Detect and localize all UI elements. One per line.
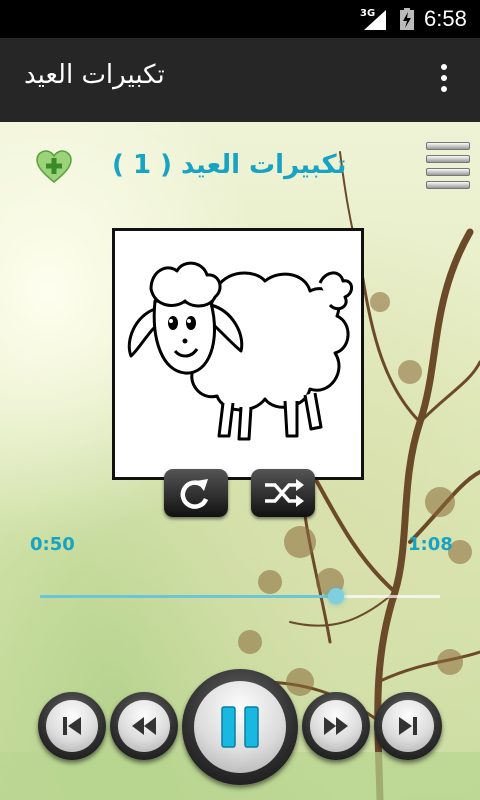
fast-forward-icon [324, 717, 348, 735]
more-vert-icon[interactable] [432, 60, 456, 100]
fast-forward-button[interactable] [302, 692, 370, 760]
clock: 6:58 [424, 6, 467, 31]
seek-bar[interactable] [40, 588, 440, 604]
skip-next-button[interactable] [374, 692, 442, 760]
pause-button[interactable] [182, 669, 298, 785]
shuffle-icon [265, 479, 304, 507]
status-bar: 3G 6:58 [0, 0, 480, 38]
action-bar: تكبيرات العيد [0, 38, 480, 122]
seek-progress [40, 595, 336, 598]
skip-previous-icon [63, 717, 81, 735]
player-screen: تكبيرات العيد ( 1 ) 0:50 1:08 [0, 122, 480, 800]
sheep-drawing [127, 261, 353, 441]
track-title: تكبيرات العيد ( 1 ) [112, 150, 347, 180]
rewind-button[interactable] [110, 692, 178, 760]
seek-thumb[interactable] [328, 588, 344, 604]
time-total: 1:08 [408, 534, 453, 555]
add-favorite-icon[interactable] [36, 150, 72, 184]
app-title: تكبيرات العيد [24, 60, 165, 90]
skip-previous-button[interactable] [38, 692, 106, 760]
time-elapsed: 0:50 [30, 534, 75, 555]
skip-next-icon [399, 717, 417, 735]
battery-charging-icon [400, 8, 414, 30]
repeat-button[interactable] [164, 469, 228, 517]
rewind-icon [132, 717, 156, 735]
playlist-icon[interactable] [426, 142, 470, 190]
shuffle-button[interactable] [251, 469, 315, 517]
pause-icon [221, 706, 259, 748]
repeat-icon [180, 479, 209, 509]
signal-icon [364, 10, 386, 30]
album-artwork [112, 228, 364, 480]
